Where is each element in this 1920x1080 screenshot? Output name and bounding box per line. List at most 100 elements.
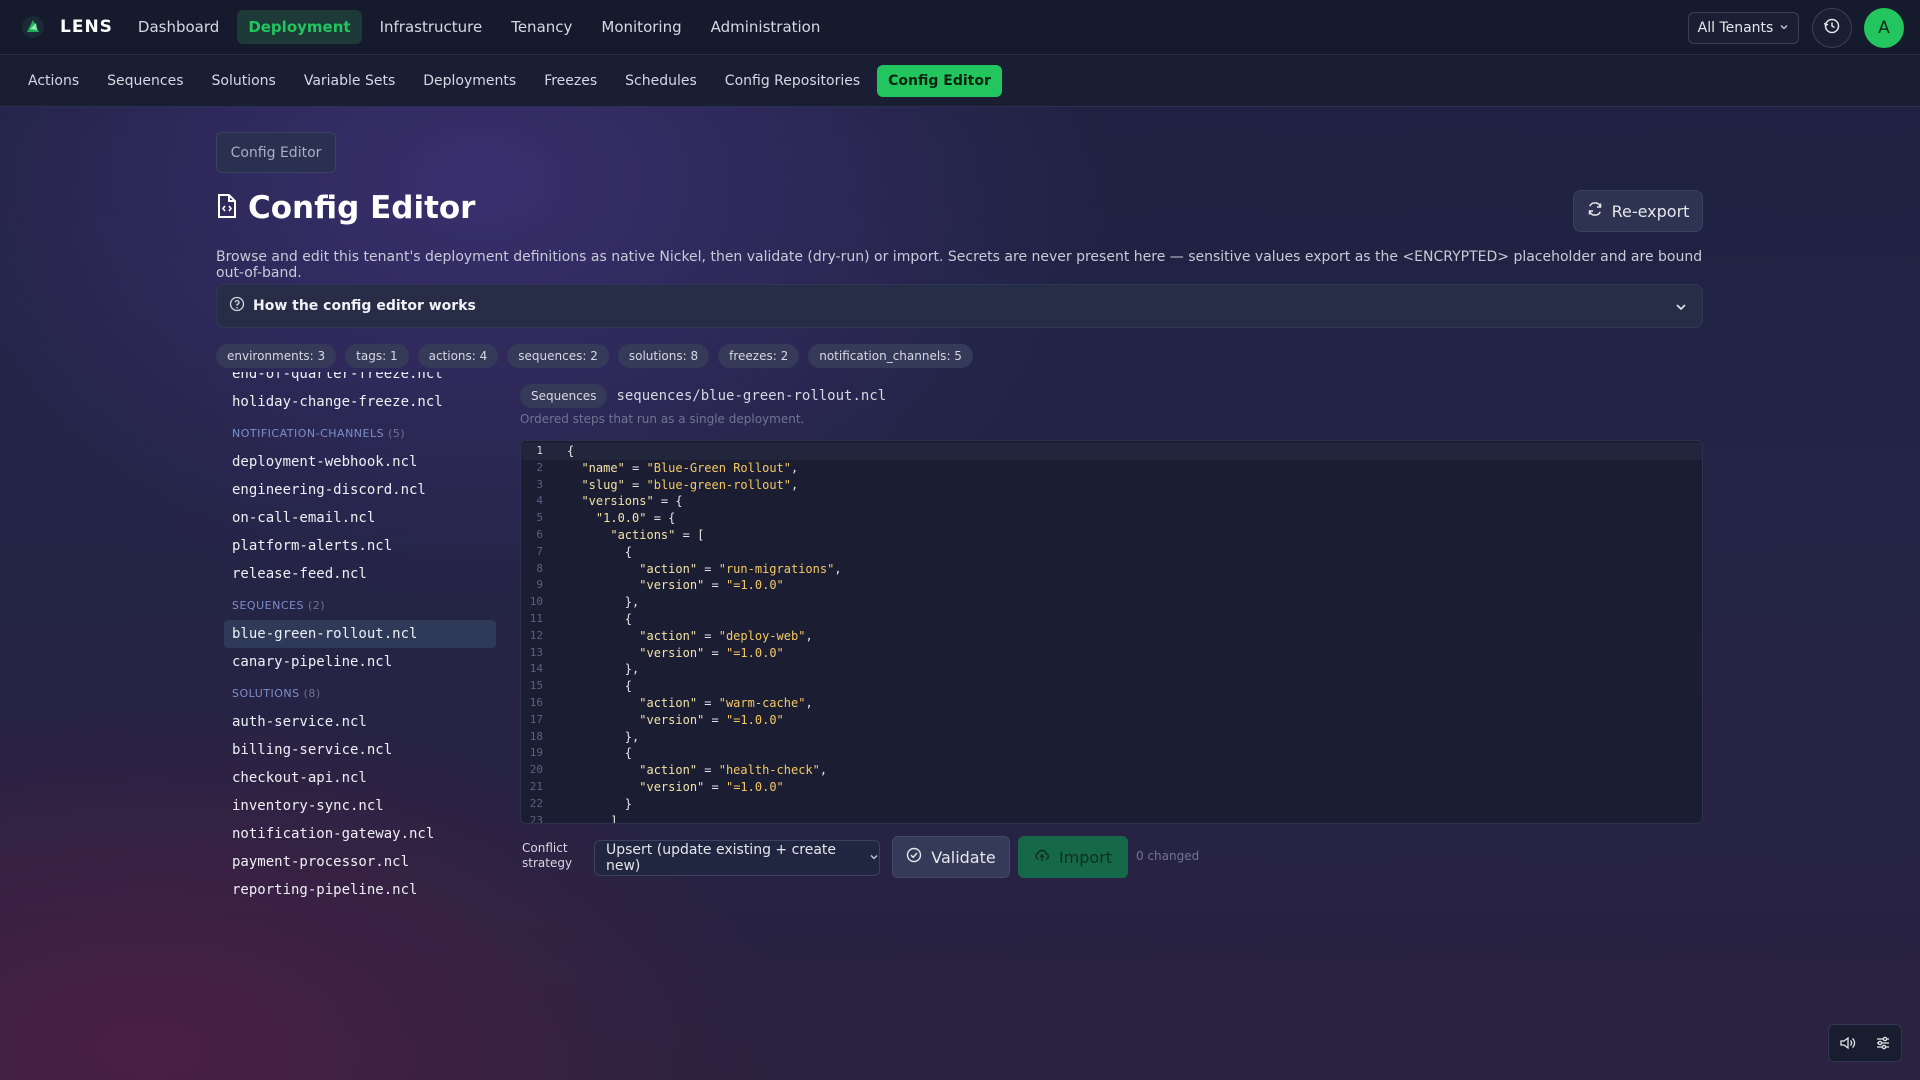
tree-group-count: (2) — [307, 599, 326, 612]
tree-file[interactable]: deployment-webhook.ncl — [224, 448, 496, 476]
line-number: 10 — [529, 595, 543, 609]
app-name: LENS — [60, 17, 113, 37]
tree-file[interactable]: reporting-pipeline.ncl — [224, 876, 496, 899]
tab-solutions[interactable]: Solutions — [201, 65, 287, 97]
code-line: 7 { — [521, 544, 1702, 561]
count-chip[interactable]: sequences: 2 — [507, 344, 609, 368]
code-text: "slug" = "blue-green-rollout", — [581, 477, 799, 492]
category-badge: Sequences — [520, 384, 608, 408]
chevron-down-icon — [1674, 299, 1688, 318]
tree-group-name: SOLUTIONS — [232, 687, 300, 700]
tab-freezes[interactable]: Freezes — [533, 65, 608, 97]
re-export-button[interactable]: Re-export — [1573, 190, 1703, 232]
tree-file[interactable]: release-feed.ncl — [224, 560, 496, 588]
code-text: "action" = "deploy-web", — [639, 628, 813, 643]
tree-file[interactable]: platform-alerts.ncl — [224, 532, 496, 560]
code-editor[interactable]: 1{2 "name" = "Blue-Green Rollout", 3 "slu… — [520, 440, 1703, 824]
tree-file[interactable]: end-of-quarter-freeze.ncl — [224, 372, 496, 388]
code-line: 22 } — [521, 796, 1702, 813]
code-line: 4 "versions" = { — [521, 493, 1702, 510]
top-navigation: LENS Dashboard Deployment Infrastructure Te… — [0, 0, 1920, 55]
line-number: 13 — [529, 645, 543, 659]
code-text: { — [567, 679, 633, 694]
code-line: 6 "actions" = [ — [521, 527, 1702, 544]
volume-icon[interactable] — [1832, 1028, 1862, 1058]
tab-actions[interactable]: Actions — [17, 65, 90, 97]
code-text: "name" = "Blue-Green Rollout", — [581, 460, 799, 475]
strategy-value: Upsert (update existing + create new) — [606, 842, 837, 874]
line-number: 6 — [536, 527, 543, 541]
conflict-strategy-label: Conflict strategy — [522, 841, 573, 870]
code-text: "versions" = { — [581, 494, 683, 509]
code-text: }, — [567, 595, 640, 610]
breadcrumb[interactable]: Config Editor — [216, 132, 336, 173]
file-tree: end-of-quarter-freeze.ncl holiday-change-… — [224, 372, 496, 899]
tree-file[interactable]: canary-pipeline.ncl — [224, 648, 496, 676]
tenant-selector[interactable]: All Tenants — [1688, 12, 1799, 44]
tab-deployments[interactable]: Deployments — [412, 65, 527, 97]
tree-file[interactable]: billing-service.ncl — [224, 736, 496, 764]
tree-file[interactable]: notification-gateway.ncl — [224, 820, 496, 848]
tenant-label: All Tenants — [1697, 20, 1774, 36]
tree-file[interactable]: on-call-email.ncl — [224, 504, 496, 532]
check-circle-icon — [906, 847, 922, 867]
code-line: 15 { — [521, 678, 1702, 695]
nav-item-tenancy[interactable]: Tenancy — [500, 10, 583, 44]
count-chip[interactable]: tags: 1 — [345, 344, 409, 368]
line-number: 16 — [529, 695, 543, 709]
code-text: "version" = "=1.0.0" — [639, 645, 784, 660]
tab-schedules[interactable]: Schedules — [614, 65, 708, 97]
count-chip[interactable]: solutions: 8 — [617, 344, 710, 368]
code-line: 18 }, — [521, 729, 1702, 746]
count-chip[interactable]: freezes: 2 — [718, 344, 800, 368]
tab-config-editor[interactable]: Config Editor — [877, 64, 1002, 97]
conflict-strategy-select[interactable]: Upsert (update existing + create new) — [594, 840, 880, 876]
code-line: 9 "version" = "=1.0.0" — [521, 577, 1702, 594]
tree-file[interactable]: holiday-change-freeze.ncl — [224, 388, 496, 416]
sliders-icon[interactable] — [1868, 1028, 1898, 1058]
tree-file[interactable]: checkout-api.ncl — [224, 764, 496, 792]
code-text: "actions" = [ — [610, 527, 705, 542]
import-button[interactable]: Import — [1018, 836, 1128, 878]
nav-item-administration[interactable]: Administration — [700, 10, 832, 44]
nav-item-deployment[interactable]: Deployment — [237, 10, 362, 44]
code-line: 12 "action" = "deploy-web", — [521, 628, 1702, 645]
code-text: "action" = "run-migrations", — [639, 561, 842, 576]
file-path: sequences/blue-green-rollout.ncl — [616, 388, 887, 404]
avatar[interactable]: A — [1864, 8, 1904, 48]
cloud-upload-icon — [1034, 847, 1050, 867]
count-chip[interactable]: notification_channels: 5 — [808, 344, 973, 368]
code-text: } — [567, 796, 633, 811]
line-number: 17 — [529, 712, 543, 726]
tree-file[interactable]: engineering-discord.ncl — [224, 476, 496, 504]
tab-sequences[interactable]: Sequences — [96, 65, 194, 97]
sub-navigation: Actions Sequences Solutions Variable Sets De… — [0, 55, 1920, 107]
file-description: Ordered steps that run as a single deplo… — [520, 412, 805, 426]
tree-file[interactable]: inventory-sync.ncl — [224, 792, 496, 820]
tab-variable-sets[interactable]: Variable Sets — [293, 65, 406, 97]
code-line: 21 "version" = "=1.0.0" — [521, 779, 1702, 796]
file-path-row: Sequences sequences/blue-green-rollout.n… — [520, 384, 886, 408]
code-text: }, — [567, 729, 640, 744]
tree-file[interactable]: payment-processor.ncl — [224, 848, 496, 876]
code-text: ] — [567, 813, 618, 824]
nav-item-infrastructure[interactable]: Infrastructure — [369, 10, 494, 44]
tab-config-repositories[interactable]: Config Repositories — [714, 65, 871, 97]
line-number: 9 — [536, 578, 543, 592]
tree-file[interactable]: auth-service.ncl — [224, 708, 496, 736]
logo[interactable]: LENS — [22, 16, 113, 38]
howto-accordion[interactable]: How the config editor works — [216, 284, 1703, 328]
history-button[interactable] — [1812, 8, 1852, 48]
validate-button[interactable]: Validate — [892, 836, 1010, 878]
nav-item-dashboard[interactable]: Dashboard — [127, 10, 230, 44]
code-line: 10 }, — [521, 594, 1702, 611]
lens-logo-icon — [22, 16, 44, 38]
count-chip[interactable]: environments: 3 — [216, 344, 337, 368]
line-number: 14 — [529, 662, 543, 676]
nav-item-monitoring[interactable]: Monitoring — [590, 10, 692, 44]
count-chip[interactable]: actions: 4 — [417, 344, 499, 368]
tree-file-selected[interactable]: blue-green-rollout.ncl — [224, 620, 496, 648]
chevron-down-icon — [869, 850, 879, 866]
tree-group-sequences: SEQUENCES (2) — [224, 588, 496, 620]
code-text: { — [567, 544, 633, 559]
